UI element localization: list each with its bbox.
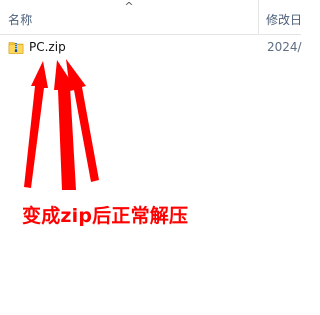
file-list-header: ^ 名称 修改日	[0, 0, 302, 35]
file-name[interactable]: PC.zip	[29, 40, 66, 54]
column-divider[interactable]	[258, 0, 259, 34]
column-header-modified[interactable]: 修改日	[266, 11, 302, 28]
file-modified-date: 2024/	[267, 40, 302, 54]
annotation-text: 变成zip后正常解压	[22, 205, 189, 227]
zip-folder-icon	[8, 42, 24, 54]
column-header-name[interactable]: 名称	[8, 11, 32, 28]
file-explorer-view: ^ 名称 修改日 PC.zip 2024/	[0, 0, 302, 315]
sort-ascending-icon[interactable]: ^	[123, 1, 135, 12]
